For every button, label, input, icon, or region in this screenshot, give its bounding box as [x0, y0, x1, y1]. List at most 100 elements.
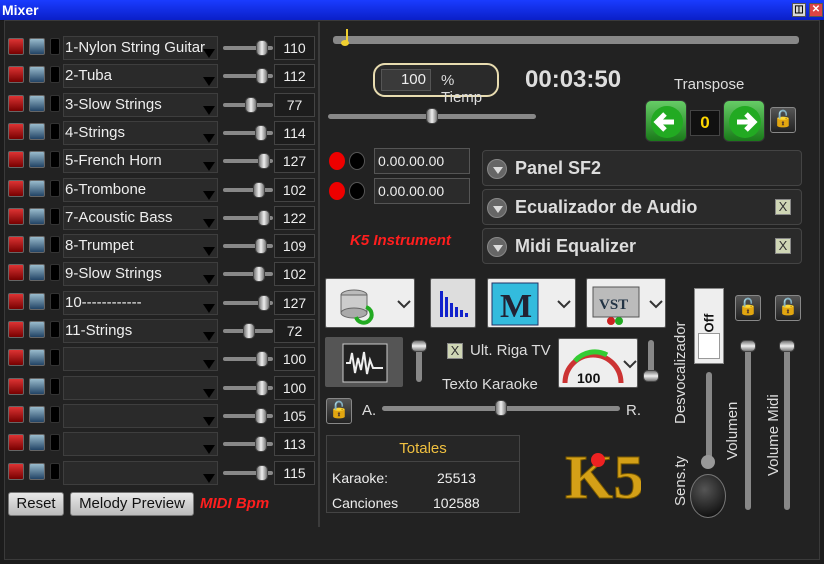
- channel-volume-slider[interactable]: [223, 209, 273, 226]
- mute-button[interactable]: [8, 236, 24, 254]
- channel-volume-knob[interactable]: [252, 266, 265, 283]
- mute-button[interactable]: [8, 462, 24, 480]
- marker-a-black-icon[interactable]: [349, 152, 365, 170]
- mute-button[interactable]: [8, 151, 24, 169]
- solo-button[interactable]: [29, 405, 45, 423]
- marker-b-black-icon[interactable]: [349, 182, 365, 200]
- channel-volume-slider[interactable]: [223, 181, 273, 198]
- channel-volume-knob[interactable]: [258, 209, 270, 226]
- channel-volume-knob[interactable]: [255, 407, 267, 424]
- transpose-lock-icon[interactable]: 🔓: [770, 107, 796, 133]
- solo-button[interactable]: [29, 264, 45, 282]
- panel-midi-equalizer[interactable]: Midi Equalizer X: [482, 228, 802, 264]
- instrument-dropdown[interactable]: 2-Tuba: [63, 64, 218, 89]
- channel-volume-knob[interactable]: [258, 153, 270, 170]
- instrument-dropdown[interactable]: 5-French Horn: [63, 149, 218, 174]
- close-icon[interactable]: ✕: [809, 3, 823, 17]
- solo-button[interactable]: [29, 151, 45, 169]
- arrow-left-icon[interactable]: [645, 100, 687, 142]
- channel-volume-slider[interactable]: [223, 266, 273, 283]
- mute-button[interactable]: [8, 94, 24, 112]
- channel-volume-slider[interactable]: [223, 436, 273, 453]
- sensitivity-handle[interactable]: [701, 455, 715, 469]
- ult-riga-checkbox[interactable]: X: [447, 343, 463, 359]
- solo-button[interactable]: [29, 434, 45, 452]
- channel-volume-slider[interactable]: [223, 464, 273, 481]
- instrument-dropdown[interactable]: 7-Acoustic Bass: [63, 205, 218, 230]
- melody-preview-button[interactable]: Melody Preview: [70, 492, 194, 516]
- instrument-dropdown[interactable]: 9-Slow Strings: [63, 262, 218, 287]
- solo-button[interactable]: [29, 38, 45, 55]
- karaoke-ar-slider[interactable]: [382, 400, 620, 416]
- gauge-slider[interactable]: [643, 340, 659, 382]
- mute-button[interactable]: [8, 179, 24, 197]
- mute-button[interactable]: [8, 66, 24, 84]
- volume-slider-knob[interactable]: [740, 340, 756, 352]
- mute-button[interactable]: [8, 207, 24, 225]
- channel-volume-knob[interactable]: [252, 181, 265, 198]
- solo-button[interactable]: [29, 179, 45, 197]
- solo-button[interactable]: [29, 122, 45, 140]
- restore-icon[interactable]: ◫: [792, 3, 806, 17]
- marker-b-red-icon[interactable]: [329, 182, 345, 200]
- channel-volume-knob[interactable]: [256, 68, 268, 85]
- tempo-slider[interactable]: [328, 108, 536, 124]
- desvocalizador-slider[interactable]: [706, 372, 712, 464]
- channel-volume-knob[interactable]: [255, 124, 267, 141]
- waveform-level-slider[interactable]: [411, 340, 427, 382]
- mute-button[interactable]: [8, 264, 24, 282]
- mute-button[interactable]: [8, 122, 24, 140]
- channel-volume-slider[interactable]: [223, 323, 273, 339]
- instrument-dropdown[interactable]: 6-Trombone: [63, 177, 218, 202]
- channel-volume-knob[interactable]: [256, 464, 268, 481]
- channel-volume-knob[interactable]: [243, 323, 255, 339]
- marker-a-time[interactable]: 0.00.00.00: [374, 148, 470, 174]
- waveform-button[interactable]: [325, 337, 403, 387]
- channel-volume-knob[interactable]: [256, 351, 268, 368]
- channel-volume-slider[interactable]: [223, 407, 273, 424]
- off-toggle[interactable]: Off: [694, 288, 724, 364]
- tempo-input[interactable]: 100: [381, 69, 431, 91]
- karaoke-lock-icon[interactable]: 🔓: [326, 398, 352, 424]
- channel-volume-slider[interactable]: [223, 96, 273, 113]
- channel-volume-slider[interactable]: [223, 68, 273, 85]
- arrow-right-icon[interactable]: [723, 100, 765, 142]
- solo-button[interactable]: [29, 66, 45, 84]
- midi-equalizer-checkbox[interactable]: X: [775, 238, 791, 254]
- volume-slider[interactable]: [740, 340, 756, 510]
- mute-button[interactable]: [8, 377, 24, 395]
- solo-button[interactable]: [29, 377, 45, 395]
- channel-volume-knob[interactable]: [255, 436, 267, 453]
- database-dropdown[interactable]: [325, 278, 415, 328]
- channel-volume-knob[interactable]: [244, 96, 257, 113]
- tempo-slider-knob[interactable]: [426, 108, 438, 124]
- instrument-dropdown[interactable]: [63, 432, 218, 457]
- karaoke-ar-knob[interactable]: [495, 400, 507, 416]
- mute-button[interactable]: [8, 405, 24, 423]
- vst-dropdown[interactable]: VST: [586, 278, 666, 328]
- mute-button[interactable]: [8, 292, 24, 310]
- waveform-level-knob[interactable]: [411, 340, 427, 352]
- volume-midi-slider-knob[interactable]: [779, 340, 795, 352]
- gauge-dropdown[interactable]: 100: [558, 338, 638, 388]
- channel-volume-slider[interactable]: [223, 153, 273, 170]
- sensitivity-knob[interactable]: [690, 474, 726, 518]
- gauge-slider-knob[interactable]: [643, 370, 659, 382]
- channel-volume-knob[interactable]: [256, 40, 268, 56]
- instrument-dropdown[interactable]: 10------------: [63, 290, 218, 315]
- solo-button[interactable]: [29, 236, 45, 254]
- music-note-icon[interactable]: [340, 28, 352, 48]
- reset-button[interactable]: Reset: [8, 492, 64, 516]
- marker-a-red-icon[interactable]: [329, 152, 345, 170]
- instrument-dropdown[interactable]: 4-Strings: [63, 120, 218, 145]
- channel-volume-slider[interactable]: [223, 124, 273, 141]
- mute-button[interactable]: [8, 38, 24, 55]
- midi-dropdown[interactable]: M: [487, 278, 576, 328]
- instrument-dropdown[interactable]: [63, 403, 218, 428]
- level-meter-button[interactable]: [430, 278, 476, 328]
- instrument-dropdown[interactable]: [63, 375, 218, 400]
- mute-button[interactable]: [8, 321, 24, 338]
- panel-sf2[interactable]: Panel SF2: [482, 150, 802, 186]
- instrument-dropdown[interactable]: 11-Strings: [63, 319, 218, 343]
- solo-button[interactable]: [29, 349, 45, 367]
